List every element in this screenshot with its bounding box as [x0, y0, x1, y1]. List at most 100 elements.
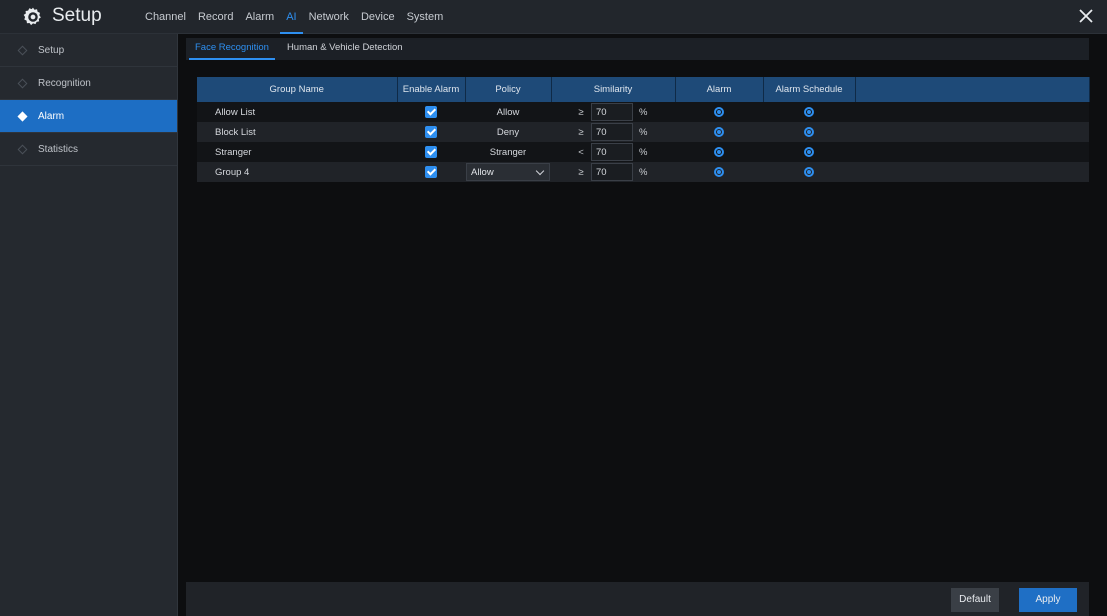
alarm-cell	[675, 142, 763, 162]
apply-button[interactable]: Apply	[1019, 588, 1077, 612]
alarm-schedule-cell	[763, 102, 855, 122]
table-row: Block List Deny ≥%	[197, 122, 1089, 142]
similarity-operator: ≥	[578, 106, 584, 118]
menu-system[interactable]: System	[407, 0, 444, 34]
blank-cell	[855, 142, 1089, 162]
sidebar: Setup Recognition Alarm Statistics	[0, 34, 178, 616]
group-name-cell: Block List	[197, 122, 397, 142]
menu-alarm[interactable]: Alarm	[245, 0, 274, 34]
menu-network[interactable]: Network	[309, 0, 349, 34]
alarm-cell	[675, 102, 763, 122]
alarm-schedule-settings-icon[interactable]	[804, 146, 814, 157]
sidebar-item-label: Alarm	[38, 111, 65, 122]
alarm-settings-icon[interactable]	[714, 126, 724, 137]
footer-bar: Default Apply	[186, 582, 1089, 616]
similarity-input[interactable]	[591, 143, 633, 161]
similarity-input[interactable]	[591, 163, 633, 181]
diamond-icon	[17, 144, 28, 155]
menu-record[interactable]: Record	[198, 0, 233, 34]
similarity-input[interactable]	[591, 123, 633, 141]
table-header-row: Group Name Enable Alarm Policy Similarit…	[197, 77, 1090, 102]
similarity-cell: <%	[551, 142, 675, 162]
main-panel: Face Recognition Human & Vehicle Detecti…	[186, 34, 1107, 616]
diamond-icon	[17, 78, 28, 89]
alarm-schedule-cell	[763, 142, 855, 162]
sidebar-item-statistics[interactable]: Statistics	[0, 133, 177, 166]
close-icon[interactable]	[1075, 5, 1097, 27]
table-row: Stranger Stranger <%	[197, 142, 1089, 162]
sidebar-item-label: Statistics	[38, 144, 79, 155]
group-name-cell: Stranger	[197, 142, 397, 162]
enable-alarm-cell	[397, 142, 465, 162]
blank-cell	[855, 122, 1089, 142]
enable-alarm-checkbox[interactable]	[425, 126, 437, 138]
similarity-cell: ≥%	[551, 122, 675, 142]
col-header-blank	[855, 77, 1090, 102]
table-row: Allow List Allow ≥%	[197, 102, 1089, 122]
similarity-cell: ≥%	[551, 162, 675, 182]
enable-alarm-checkbox[interactable]	[425, 106, 437, 118]
blank-cell	[855, 162, 1089, 182]
menu-device[interactable]: Device	[361, 0, 395, 34]
enable-alarm-checkbox[interactable]	[425, 166, 437, 178]
alarm-schedule-settings-icon[interactable]	[804, 126, 814, 137]
sidebar-item-label: Recognition	[38, 78, 91, 89]
alarm-settings-icon[interactable]	[714, 106, 724, 117]
similarity-operator: ≥	[578, 166, 584, 178]
similarity-cell: ≥%	[551, 102, 675, 122]
similarity-operator: <	[578, 146, 584, 158]
enable-alarm-cell	[397, 122, 465, 142]
chevron-down-icon	[535, 166, 545, 175]
tab-face-recognition[interactable]: Face Recognition	[186, 38, 278, 60]
policy-cell: Allow	[465, 162, 551, 182]
group-table: Group Name Enable Alarm Policy Similarit…	[197, 77, 1090, 182]
percent-label: %	[639, 146, 648, 158]
percent-label: %	[639, 126, 648, 138]
policy-cell: Allow	[465, 102, 551, 122]
col-header-group-name: Group Name	[197, 77, 398, 102]
gear-icon	[23, 7, 41, 26]
app-title: Setup	[52, 5, 102, 26]
top-bar: Setup Channel Record Alarm AI Network De…	[0, 0, 1107, 34]
sidebar-item-setup[interactable]: Setup	[0, 34, 177, 67]
top-menu: Channel Record Alarm AI Network Device S…	[145, 0, 455, 34]
group-name-cell: Group 4	[197, 162, 397, 182]
alarm-schedule-settings-icon[interactable]	[804, 166, 814, 177]
sidebar-item-label: Setup	[38, 45, 65, 56]
alarm-settings-icon[interactable]	[714, 146, 724, 157]
alarm-schedule-cell	[763, 162, 855, 182]
tab-human-vehicle-detection[interactable]: Human & Vehicle Detection	[278, 38, 412, 60]
sub-tabs: Face Recognition Human & Vehicle Detecti…	[186, 38, 1089, 60]
alarm-cell	[675, 162, 763, 182]
policy-dropdown-value: Allow	[471, 166, 494, 178]
diamond-icon	[17, 45, 28, 56]
default-button[interactable]: Default	[951, 588, 999, 612]
sidebar-item-recognition[interactable]: Recognition	[0, 67, 177, 100]
enable-alarm-cell	[397, 162, 465, 182]
similarity-input[interactable]	[591, 103, 633, 121]
policy-cell: Deny	[465, 122, 551, 142]
percent-label: %	[639, 106, 648, 118]
policy-cell: Stranger	[465, 142, 551, 162]
group-name-cell: Allow List	[197, 102, 397, 122]
alarm-schedule-settings-icon[interactable]	[804, 106, 814, 117]
col-header-enable-alarm: Enable Alarm	[397, 77, 466, 102]
blank-cell	[855, 102, 1089, 122]
menu-ai[interactable]: AI	[279, 0, 304, 34]
alarm-schedule-cell	[763, 122, 855, 142]
col-header-policy: Policy	[465, 77, 552, 102]
percent-label: %	[639, 166, 648, 178]
policy-dropdown[interactable]: Allow	[466, 163, 550, 181]
enable-alarm-checkbox[interactable]	[425, 146, 437, 158]
table-row: Group 4 Allow ≥%	[197, 162, 1089, 182]
similarity-operator: ≥	[578, 126, 584, 138]
alarm-cell	[675, 122, 763, 142]
menu-channel[interactable]: Channel	[145, 0, 186, 34]
diamond-icon	[17, 111, 28, 122]
sidebar-item-alarm[interactable]: Alarm	[0, 100, 177, 133]
alarm-settings-icon[interactable]	[714, 166, 724, 177]
col-header-similarity: Similarity	[551, 77, 676, 102]
col-header-alarm: Alarm	[675, 77, 764, 102]
enable-alarm-cell	[397, 102, 465, 122]
col-header-alarm-schedule: Alarm Schedule	[763, 77, 856, 102]
